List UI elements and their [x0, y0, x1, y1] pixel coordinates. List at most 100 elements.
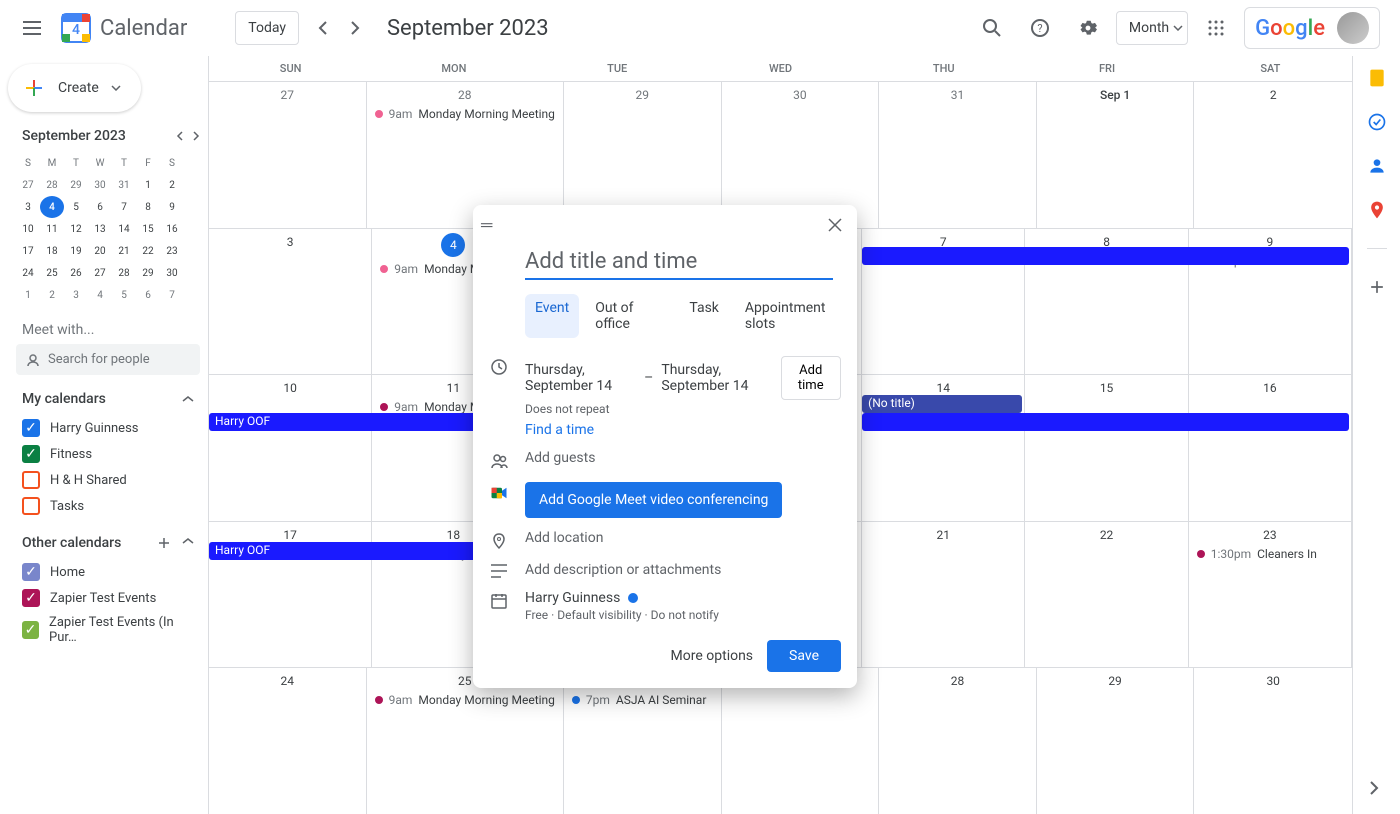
show-side-panel-button[interactable]: [1360, 774, 1388, 802]
day-cell[interactable]: 3: [209, 229, 372, 375]
mini-day-cell[interactable]: 4: [88, 284, 112, 306]
mini-day-cell[interactable]: 22: [136, 240, 160, 262]
mini-day-cell[interactable]: 13: [88, 218, 112, 240]
event-chip[interactable]: 1:30pm Cleaners In: [1193, 546, 1347, 562]
mini-day-cell[interactable]: 5: [112, 284, 136, 306]
calendar-checkbox[interactable]: ✓: [22, 445, 40, 463]
mini-day-cell[interactable]: 27: [88, 262, 112, 284]
mini-day-cell[interactable]: 1: [16, 284, 40, 306]
day-cell[interactable]: Sep 1: [1037, 82, 1195, 228]
multiday-event-bar[interactable]: [862, 413, 1348, 431]
other-calendars-header[interactable]: Other calendars: [8, 519, 208, 559]
calendar-item[interactable]: ✓Zapier Test Events: [8, 585, 208, 611]
calendar-item[interactable]: ✓Fitness: [8, 441, 208, 467]
event-chip[interactable]: 7pm ASJA AI Seminar: [568, 692, 717, 708]
mini-day-cell[interactable]: 28: [40, 174, 64, 196]
day-cell[interactable]: 24: [209, 668, 367, 814]
day-cell[interactable]: 15: [1025, 375, 1188, 521]
day-cell[interactable]: 27: [722, 668, 880, 814]
mini-day-cell[interactable]: 11: [40, 218, 64, 240]
mini-day-cell[interactable]: 6: [136, 284, 160, 306]
day-cell[interactable]: 27: [209, 82, 367, 228]
settings-button[interactable]: [1068, 8, 1108, 48]
mini-prev-button[interactable]: [176, 131, 184, 141]
day-cell[interactable]: 10: [209, 375, 372, 521]
calendar-checkbox[interactable]: ✓: [22, 621, 39, 639]
mini-day-cell[interactable]: 7: [160, 284, 184, 306]
mini-day-cell[interactable]: 8: [136, 196, 160, 218]
mini-day-cell[interactable]: 2: [40, 284, 64, 306]
calendar-checkbox[interactable]: ✓: [22, 563, 40, 581]
mini-day-cell[interactable]: 24: [16, 262, 40, 284]
day-cell[interactable]: 267pm ASJA AI Seminar: [564, 668, 722, 814]
mini-day-cell[interactable]: 23: [160, 240, 184, 262]
visibility-label[interactable]: Free · Default visibility · Do not notif…: [525, 608, 841, 622]
view-selector[interactable]: Month: [1116, 11, 1188, 45]
multiday-event-bar[interactable]: [862, 247, 1348, 265]
tasks-icon[interactable]: [1367, 112, 1387, 132]
mini-day-cell[interactable]: 19: [64, 240, 88, 262]
close-dialog-button[interactable]: [821, 211, 849, 239]
add-calendar-button[interactable]: [158, 537, 170, 549]
mini-day-cell[interactable]: 1: [136, 174, 160, 196]
event-type-tab[interactable]: Task: [679, 294, 729, 338]
create-button[interactable]: Create: [8, 64, 141, 112]
google-apps-button[interactable]: [1196, 8, 1236, 48]
add-description-field[interactable]: Add description or attachments: [525, 562, 841, 578]
calendar-checkbox[interactable]: ✓: [22, 589, 40, 607]
mini-day-cell[interactable]: 29: [136, 262, 160, 284]
drag-handle-icon[interactable]: ═: [481, 215, 492, 235]
maps-icon[interactable]: [1367, 200, 1387, 220]
mini-next-button[interactable]: [192, 131, 200, 141]
event-type-tab[interactable]: Appointment slots: [735, 294, 857, 338]
add-time-button[interactable]: Add time: [781, 356, 841, 400]
calendar-item[interactable]: ✓Harry Guinness: [8, 415, 208, 441]
calendar-checkbox[interactable]: [22, 497, 40, 515]
mini-day-cell[interactable]: 30: [160, 262, 184, 284]
multiday-event-bar[interactable]: (No title): [862, 395, 1022, 413]
calendar-item[interactable]: H & H Shared: [8, 467, 208, 493]
mini-day-cell[interactable]: 28: [112, 262, 136, 284]
search-people-input[interactable]: Search for people: [16, 344, 200, 375]
event-chip[interactable]: 9am Monday Morning Meeting: [371, 692, 559, 708]
add-addon-button[interactable]: [1367, 277, 1387, 297]
my-calendars-header[interactable]: My calendars: [8, 375, 208, 415]
mini-day-cell[interactable]: 7: [112, 196, 136, 218]
mini-day-cell[interactable]: 3: [16, 196, 40, 218]
calendar-item[interactable]: Tasks: [8, 493, 208, 519]
mini-day-cell[interactable]: 15: [136, 218, 160, 240]
more-options-button[interactable]: More options: [671, 648, 754, 664]
day-cell[interactable]: 16: [1189, 375, 1352, 521]
day-cell[interactable]: 29: [1037, 668, 1195, 814]
mini-day-cell[interactable]: 25: [40, 262, 64, 284]
calendar-checkbox[interactable]: [22, 471, 40, 489]
day-cell[interactable]: 21: [862, 522, 1025, 668]
find-time-link[interactable]: Find a time: [525, 422, 841, 438]
mini-day-cell[interactable]: 10: [16, 218, 40, 240]
event-start-date[interactable]: Thursday, September 14: [525, 362, 636, 394]
mini-day-cell[interactable]: 18: [40, 240, 64, 262]
prev-month-button[interactable]: [307, 12, 339, 44]
keep-icon[interactable]: [1367, 68, 1387, 88]
calendar-item[interactable]: ✓Home: [8, 559, 208, 585]
mini-day-cell[interactable]: 30: [88, 174, 112, 196]
mini-day-cell[interactable]: 27: [16, 174, 40, 196]
day-cell[interactable]: 31: [879, 82, 1037, 228]
search-button[interactable]: [972, 8, 1012, 48]
mini-day-cell[interactable]: 31: [112, 174, 136, 196]
mini-day-cell[interactable]: 2: [160, 174, 184, 196]
mini-day-cell[interactable]: 21: [112, 240, 136, 262]
calendar-item[interactable]: ✓Zapier Test Events (In Pur…: [8, 611, 208, 649]
mini-day-cell[interactable]: 17: [16, 240, 40, 262]
next-month-button[interactable]: [339, 12, 371, 44]
account-chip[interactable]: Google: [1244, 7, 1380, 49]
mini-day-cell[interactable]: 26: [64, 262, 88, 284]
mini-day-cell[interactable]: 9: [160, 196, 184, 218]
user-avatar[interactable]: [1337, 12, 1369, 44]
mini-day-cell[interactable]: 5: [64, 196, 88, 218]
mini-day-cell[interactable]: 3: [64, 284, 88, 306]
mini-day-cell[interactable]: 16: [160, 218, 184, 240]
today-button[interactable]: Today: [235, 11, 299, 45]
calendar-checkbox[interactable]: ✓: [22, 419, 40, 437]
repeat-label[interactable]: Does not repeat: [525, 402, 841, 416]
